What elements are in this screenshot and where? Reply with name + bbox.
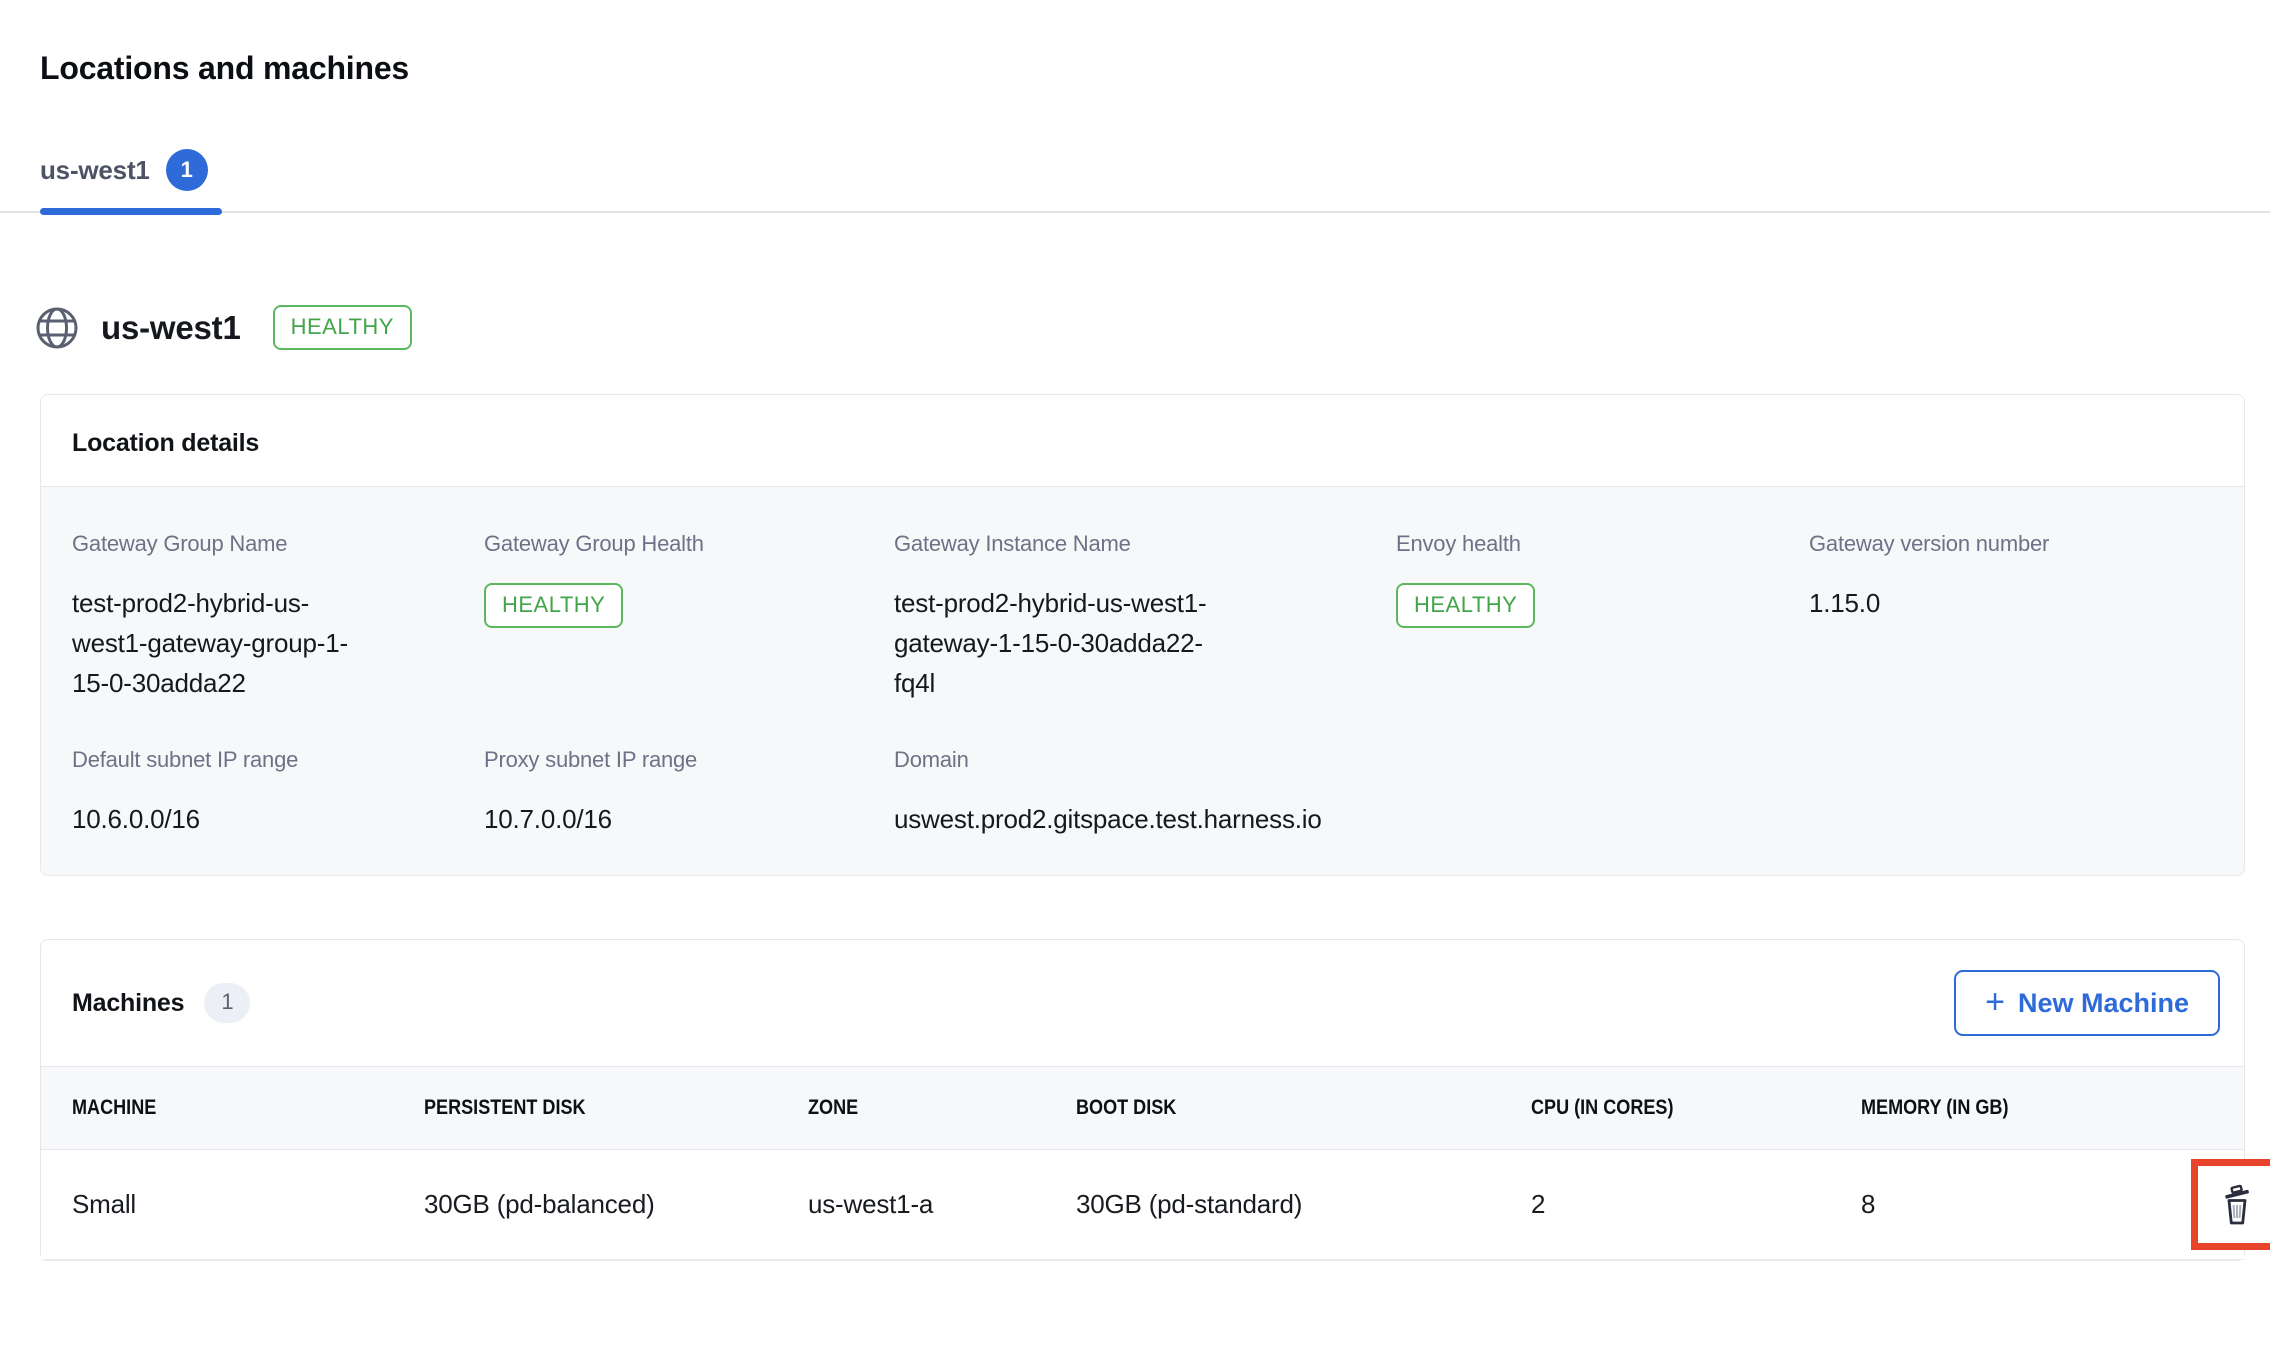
- column-zone: ZONE: [808, 1096, 1038, 1120]
- details-row-1: Gateway Group Name test-prod2-hybrid-us-…: [72, 531, 2213, 703]
- field-label: Gateway version number: [1809, 531, 2213, 557]
- field-gateway-version: Gateway version number 1.15.0: [1809, 531, 2213, 703]
- field-value: test-prod2-hybrid-us-west1-gateway-1-15-…: [894, 583, 1242, 703]
- field-label: Gateway Group Name: [72, 531, 484, 557]
- field-value: 10.6.0.0/16: [72, 799, 484, 839]
- globe-icon: [35, 306, 79, 350]
- machine-table-row: Small 30GB (pd-balanced) us-west1-a 30GB…: [41, 1150, 2244, 1260]
- tab-label: us-west1: [40, 155, 150, 186]
- machines-table-header: MACHINE PERSISTENT DISK ZONE BOOT DISK C…: [41, 1066, 2244, 1150]
- machines-title: Machines: [72, 989, 184, 1018]
- location-details-card: Location details Gateway Group Name test…: [40, 394, 2245, 876]
- plus-icon: +: [1985, 985, 2005, 1019]
- field-gateway-instance-name: Gateway Instance Name test-prod2-hybrid-…: [894, 531, 1396, 703]
- field-label: Default subnet IP range: [72, 747, 484, 773]
- cell-zone: us-west1-a: [808, 1189, 1076, 1220]
- details-row-2: Default subnet IP range 10.6.0.0/16 Prox…: [72, 747, 2213, 839]
- location-heading: us-west1 HEALTHY: [35, 305, 2270, 350]
- column-memory: MEMORY (IN GB): [1861, 1096, 2145, 1120]
- delete-machine-button[interactable]: [2191, 1159, 2270, 1250]
- cell-persistent-disk: 30GB (pd-balanced): [424, 1189, 808, 1220]
- field-label: Gateway Instance Name: [894, 531, 1396, 557]
- machines-header: Machines 1 + New Machine: [41, 940, 2244, 1066]
- field-value: test-prod2-hybrid-us-west1-gateway-group…: [72, 583, 358, 703]
- new-machine-label: New Machine: [2018, 988, 2189, 1019]
- location-details-title: Location details: [41, 395, 2244, 487]
- field-proxy-subnet: Proxy subnet IP range 10.7.0.0/16: [484, 747, 894, 839]
- machines-card: Machines 1 + New Machine MACHINE PERSIST…: [40, 939, 2245, 1261]
- column-machine: MACHINE: [72, 1096, 375, 1120]
- column-persistent-disk: PERSISTENT DISK: [424, 1096, 754, 1120]
- location-name: us-west1: [101, 309, 241, 347]
- field-gateway-group-health: Gateway Group Health HEALTHY: [484, 531, 894, 703]
- envoy-health-badge: HEALTHY: [1396, 583, 1535, 628]
- field-label: Gateway Group Health: [484, 531, 894, 557]
- tab-bar: us-west1 1: [0, 149, 2270, 213]
- field-label: Envoy health: [1396, 531, 1809, 557]
- gateway-group-health-badge: HEALTHY: [484, 583, 623, 628]
- tab-us-west1[interactable]: us-west1 1: [40, 149, 222, 211]
- cell-boot-disk: 30GB (pd-standard): [1076, 1189, 1531, 1220]
- field-value: uswest.prod2.gitspace.test.harness.io: [894, 799, 1396, 839]
- cell-memory: 8: [1861, 1189, 2191, 1220]
- field-domain: Domain uswest.prod2.gitspace.test.harnes…: [894, 747, 1396, 839]
- field-envoy-health: Envoy health HEALTHY: [1396, 531, 1809, 703]
- column-cpu: CPU (IN CORES): [1531, 1096, 1815, 1120]
- cell-cpu: 2: [1531, 1189, 1861, 1220]
- field-label: Domain: [894, 747, 1396, 773]
- field-value: 1.15.0: [1809, 583, 2213, 623]
- field-value: 10.7.0.0/16: [484, 799, 894, 839]
- trash-icon: [2218, 1183, 2256, 1227]
- machines-count-badge: 1: [204, 983, 250, 1023]
- field-default-subnet: Default subnet IP range 10.6.0.0/16: [72, 747, 484, 839]
- cell-machine: Small: [72, 1189, 424, 1220]
- location-details-body: Gateway Group Name test-prod2-hybrid-us-…: [41, 487, 2244, 875]
- field-gateway-group-name: Gateway Group Name test-prod2-hybrid-us-…: [72, 531, 484, 703]
- column-boot-disk: BOOT DISK: [1076, 1096, 1467, 1120]
- page-title: Locations and machines: [40, 50, 2270, 87]
- tab-count-badge: 1: [166, 149, 208, 191]
- location-status-badge: HEALTHY: [273, 305, 412, 350]
- new-machine-button[interactable]: + New Machine: [1954, 970, 2220, 1036]
- field-label: Proxy subnet IP range: [484, 747, 894, 773]
